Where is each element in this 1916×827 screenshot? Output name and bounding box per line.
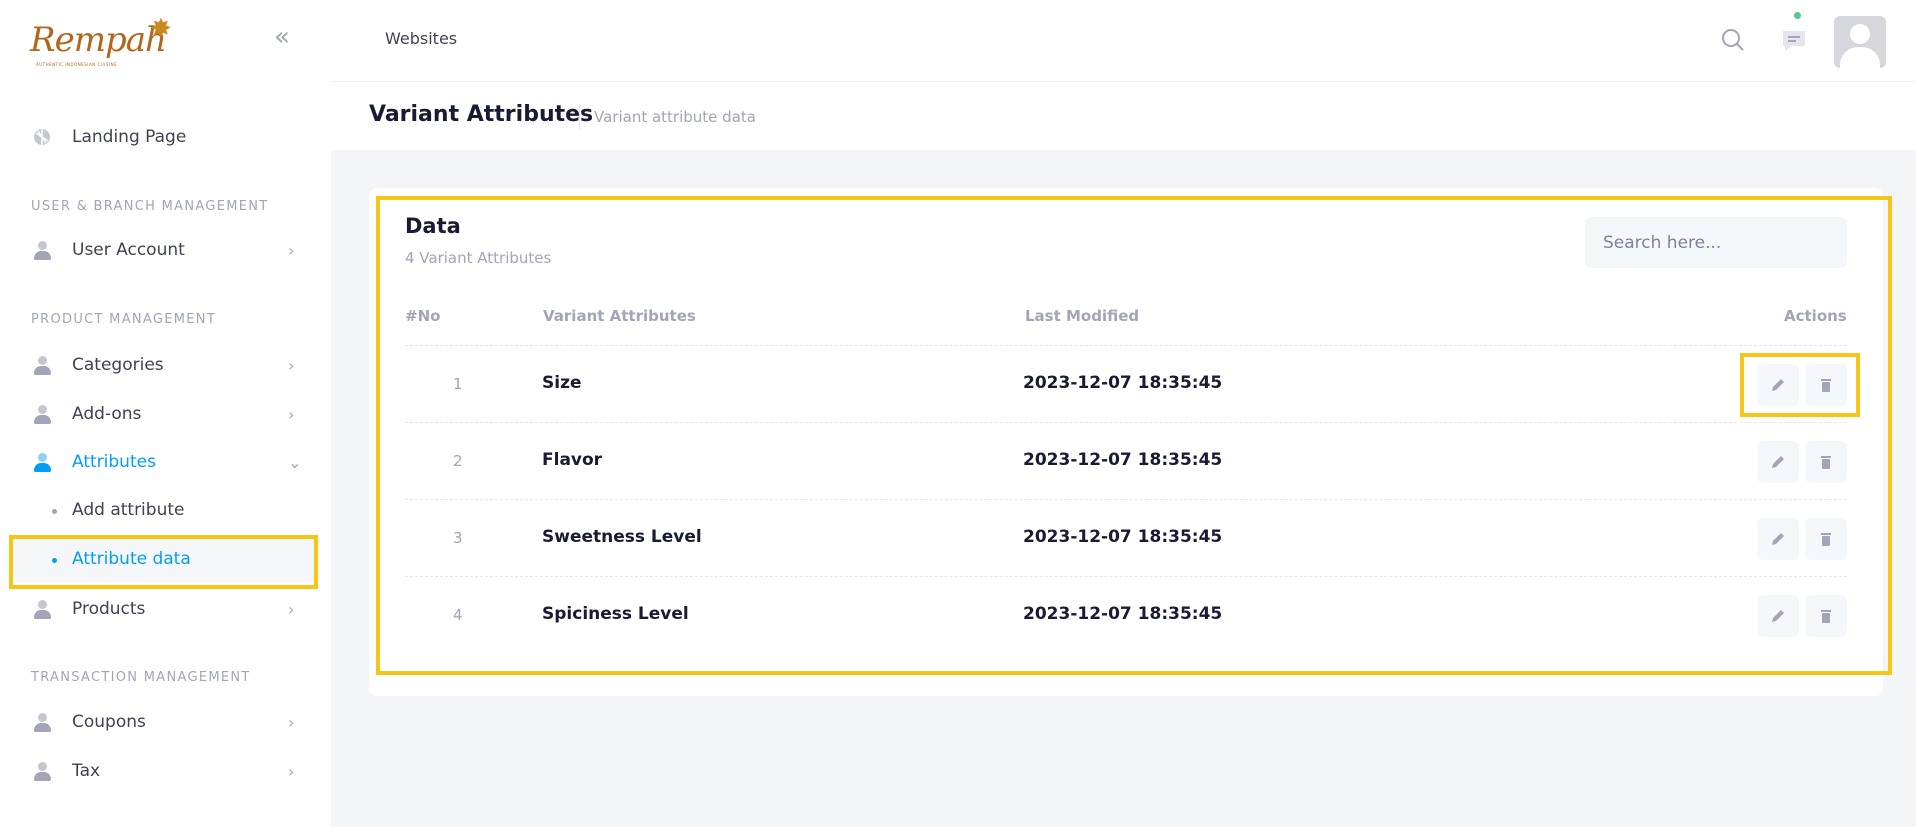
chevron-right-icon: › [288, 712, 295, 732]
sidebar-item-tax[interactable]: Tax › [10, 749, 320, 793]
online-status-dot [1794, 12, 1801, 19]
sidebar-item-label: Landing Page [72, 127, 187, 147]
topbar-title[interactable]: Websites [385, 29, 457, 48]
double-chevron-left-icon: « [274, 22, 290, 52]
chevron-right-icon: › [288, 240, 295, 260]
logo-star-icon: ✸ [150, 14, 172, 44]
sidebar-collapse-button[interactable]: « [274, 24, 298, 50]
user-icon [32, 404, 52, 424]
section-transaction-management: Transaction Management [31, 670, 251, 685]
title-divider [579, 104, 580, 130]
page-header: Variant Attributes Variant attribute dat… [331, 82, 1916, 150]
chevron-right-icon: › [288, 355, 295, 375]
chevron-right-icon: › [288, 404, 295, 424]
chat-icon[interactable] [1781, 28, 1807, 54]
highlight-box [1740, 353, 1860, 417]
user-icon [32, 599, 52, 619]
user-avatar[interactable] [1834, 16, 1886, 68]
sidebar-item-label: Coupons [72, 712, 146, 732]
logo-tagline: AUTHENTIC INDONESIAN CUISINE [36, 62, 118, 67]
brand-logo[interactable]: Rempah ✸ AUTHENTIC INDONESIAN CUISINE [30, 14, 180, 70]
chevron-down-icon: ⌄ [288, 452, 302, 472]
search-icon[interactable] [1720, 27, 1746, 53]
sidebar-item-label: Attributes [72, 452, 156, 472]
highlight-box [376, 196, 1892, 675]
user-icon [32, 355, 52, 375]
sidebar: Rempah ✸ AUTHENTIC INDONESIAN CUISINE « … [0, 0, 331, 827]
sidebar-item-label: Add-ons [72, 404, 142, 424]
user-icon [32, 761, 52, 781]
sidebar-subitem-label: Add attribute [72, 500, 185, 520]
sidebar-item-addons[interactable]: Add-ons › [10, 392, 320, 436]
user-icon [32, 712, 52, 732]
chevron-right-icon: › [288, 599, 295, 619]
sidebar-item-attributes[interactable]: Attributes ⌄ [10, 440, 320, 484]
topbar: Websites [331, 0, 1916, 82]
chevron-right-icon: › [288, 761, 295, 781]
sidebar-item-label: Tax [72, 761, 101, 781]
page-title: Variant Attributes [369, 102, 594, 127]
bullet-icon [52, 509, 57, 514]
sidebar-item-label: Categories [72, 355, 164, 375]
sidebar-item-label: User Account [72, 240, 185, 260]
sidebar-item-coupons[interactable]: Coupons › [10, 700, 320, 744]
globe-icon [34, 129, 50, 145]
section-user-branch: User & Branch Management [31, 199, 269, 214]
sidebar-item-landing-page[interactable]: Landing Page [10, 115, 320, 159]
sidebar-item-categories[interactable]: Categories › [10, 343, 320, 387]
sidebar-subitem-add-attribute[interactable]: Add attribute [10, 489, 320, 533]
sidebar-item-user-account[interactable]: User Account › [10, 228, 320, 272]
section-product-management: Product Management [31, 312, 217, 327]
sidebar-item-label: Products [72, 599, 146, 619]
sidebar-item-products[interactable]: Products › [10, 587, 320, 631]
highlight-box [9, 535, 318, 589]
user-icon [32, 452, 52, 472]
logo-text: Rempah [30, 20, 167, 60]
user-icon [32, 240, 52, 260]
page-description: Variant attribute data [594, 108, 756, 126]
